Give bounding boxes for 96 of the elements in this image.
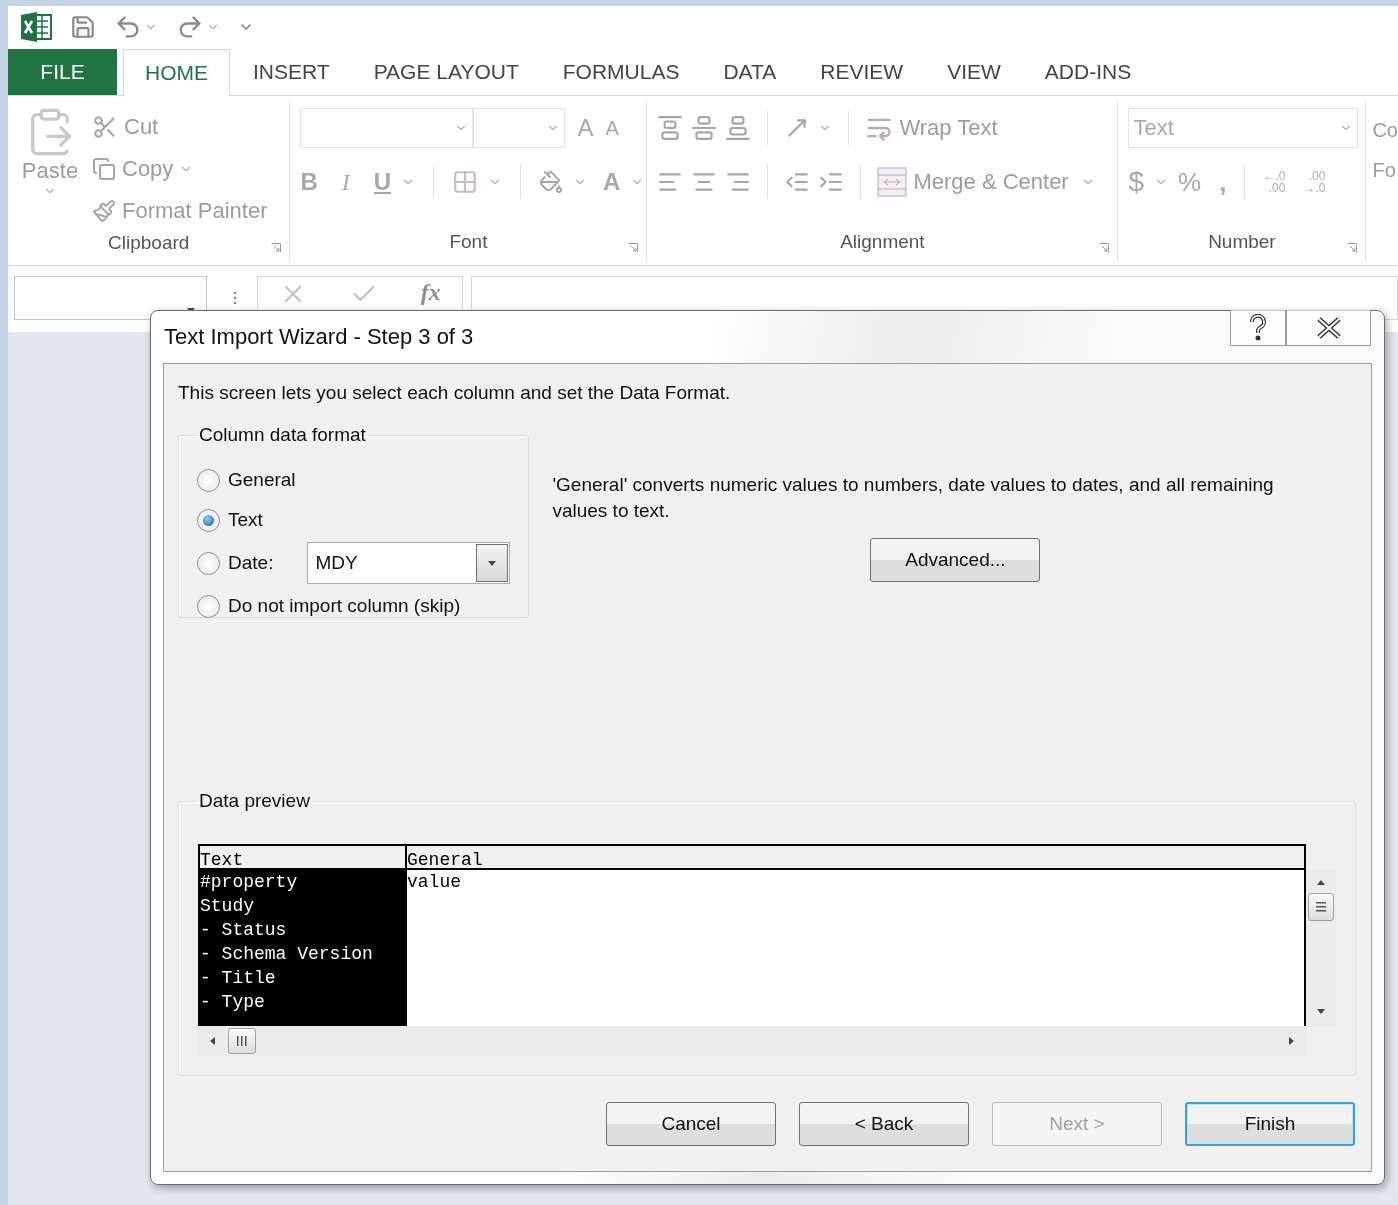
copy-icon: [92, 157, 116, 181]
save-icon[interactable]: [70, 14, 96, 40]
font-name-field[interactable]: [300, 108, 474, 148]
radio-button[interactable]: [197, 551, 220, 575]
spreadsheet-logo-icon[interactable]: [20, 12, 52, 42]
grow-font-button[interactable]: A: [577, 114, 594, 142]
preview-cell-text: #property: [200, 871, 299, 894]
underline-button[interactable]: U: [373, 168, 392, 196]
explanation-text: 'General' converts numeric values to numbers, date values to dates, and all remaining values to text.: [552, 473, 1275, 523]
currency-button[interactable]: $: [1128, 166, 1144, 198]
help-icon: [1248, 313, 1268, 342]
scroll-right-icon[interactable]: [1286, 1036, 1296, 1046]
dialog-button[interactable]: Cancel: [606, 1102, 776, 1146]
ribbon-tab[interactable]: DATA: [702, 49, 798, 95]
grip-icon: [233, 291, 237, 305]
align-bottom-icon[interactable]: [725, 115, 752, 141]
scroll-left-icon[interactable]: [208, 1036, 218, 1046]
scroll-down-icon[interactable]: [1316, 1006, 1326, 1016]
radio-label: Date:: [228, 552, 274, 574]
borders-icon[interactable]: [452, 169, 479, 195]
preview-cell-text: Study: [200, 895, 255, 918]
ribbon-button[interactable]: Co: [1372, 110, 1398, 150]
comma-button[interactable]: ,: [1219, 166, 1227, 198]
scissors-icon: [92, 114, 118, 140]
ribbon-tab[interactable]: REVIEW: [799, 49, 925, 95]
launcher-icon[interactable]: [628, 243, 639, 253]
percent-button[interactable]: %: [1178, 166, 1202, 198]
launcher-icon[interactable]: [271, 243, 282, 253]
grip-icon: [236, 1035, 248, 1047]
increase-decimal-button[interactable]: ←.0 .00: [1263, 170, 1286, 194]
align-top-icon[interactable]: [657, 115, 684, 141]
caret-icon[interactable]: [487, 558, 498, 568]
launcher-icon[interactable]: [1347, 243, 1358, 253]
dialog-button[interactable]: < Back: [799, 1102, 969, 1146]
radio-button[interactable]: [197, 468, 220, 492]
preview-cell-text: - Title: [200, 967, 277, 990]
radio-button[interactable]: [197, 594, 220, 618]
merge-center-button[interactable]: Merge & Center: [877, 161, 1095, 203]
font-color-button[interactable]: A: [603, 168, 621, 196]
advanced-button[interactable]: Advanced...: [870, 538, 1041, 582]
horizontal-scrollbar[interactable]: [198, 1026, 1306, 1056]
ribbon-tab[interactable]: VIEW: [926, 49, 1022, 95]
decrease-decimal-button[interactable]: .00 →.0: [1303, 170, 1326, 194]
font-size-field[interactable]: [473, 108, 566, 148]
wrap-text-button[interactable]: Wrap Text: [865, 107, 998, 149]
column-header[interactable]: General: [407, 846, 1304, 870]
column-header[interactable]: Text: [200, 846, 405, 870]
preview-column[interactable]: Text #property Study - Status - Schema Version - Title - Type: [200, 846, 407, 1026]
ribbon-tab[interactable]: FORMULAS: [541, 49, 701, 95]
radio-label: Text: [228, 509, 263, 531]
ribbon-tab[interactable]: ADD-INS: [1023, 49, 1153, 95]
number-format-field[interactable]: Text: [1128, 108, 1359, 148]
ribbon-tab[interactable]: HOME: [123, 49, 230, 96]
preview-cell-text: - Status: [200, 919, 288, 942]
ribbon-tab[interactable]: INSERT: [232, 49, 351, 95]
close-button[interactable]: [1286, 310, 1371, 346]
format-painter-button[interactable]: Format Painter: [92, 190, 268, 232]
preview-cell-text: - Type: [200, 991, 266, 1014]
launcher-icon[interactable]: [1099, 243, 1110, 253]
file-tab[interactable]: FILE: [8, 49, 117, 95]
help-button[interactable]: [1230, 310, 1286, 346]
dialog-button[interactable]: Finish: [1185, 1102, 1355, 1146]
paintbrush-icon: [92, 199, 116, 223]
paste-button[interactable]: Paste: [18, 106, 82, 232]
radio-label: General: [228, 469, 296, 491]
vertical-scrollbar[interactable]: [1306, 870, 1336, 1026]
ribbon-button[interactable]: Fo: [1372, 150, 1398, 190]
group-label: Number: [1208, 231, 1276, 254]
radio-label: Do not import column (skip): [228, 595, 461, 617]
cut-button[interactable]: Cut: [92, 106, 268, 148]
preview-cell-text: - Schema Version: [200, 943, 374, 966]
bold-button[interactable]: B: [300, 168, 318, 196]
scroll-up-icon[interactable]: [1316, 878, 1326, 888]
ribbon-tab[interactable]: PAGE LAYOUT: [352, 49, 540, 95]
group-label: Alignment: [840, 231, 925, 254]
italic-button[interactable]: I: [341, 168, 350, 196]
date-format-dropdown[interactable]: MDY: [307, 542, 511, 584]
preview-cell-text: value: [407, 871, 462, 894]
merge-cells-icon: [877, 167, 908, 197]
dialog-title: Text Import Wizard - Step 3 of 3: [164, 324, 474, 350]
align-middle-icon[interactable]: [691, 115, 718, 141]
group-title: Column data format: [198, 424, 367, 446]
group-label: Font: [449, 231, 488, 254]
preview-column[interactable]: General value: [407, 846, 1304, 1026]
group-title: Data preview: [198, 790, 311, 812]
close-icon: [1315, 316, 1342, 339]
insert-function-button[interactable]: fx: [420, 280, 441, 304]
copy-button[interactable]: Copy: [92, 148, 268, 190]
group-label: Clipboard: [108, 232, 190, 255]
instruction-text: This screen lets you select each column and set the Data Format.: [178, 381, 732, 405]
radio-button[interactable]: [197, 508, 220, 532]
fill-color-icon[interactable]: [539, 170, 564, 194]
grip-icon: [1315, 900, 1327, 914]
scroll-thumb[interactable]: [1308, 893, 1334, 921]
scroll-thumb[interactable]: [228, 1028, 256, 1054]
shrink-font-button[interactable]: A: [605, 116, 619, 140]
